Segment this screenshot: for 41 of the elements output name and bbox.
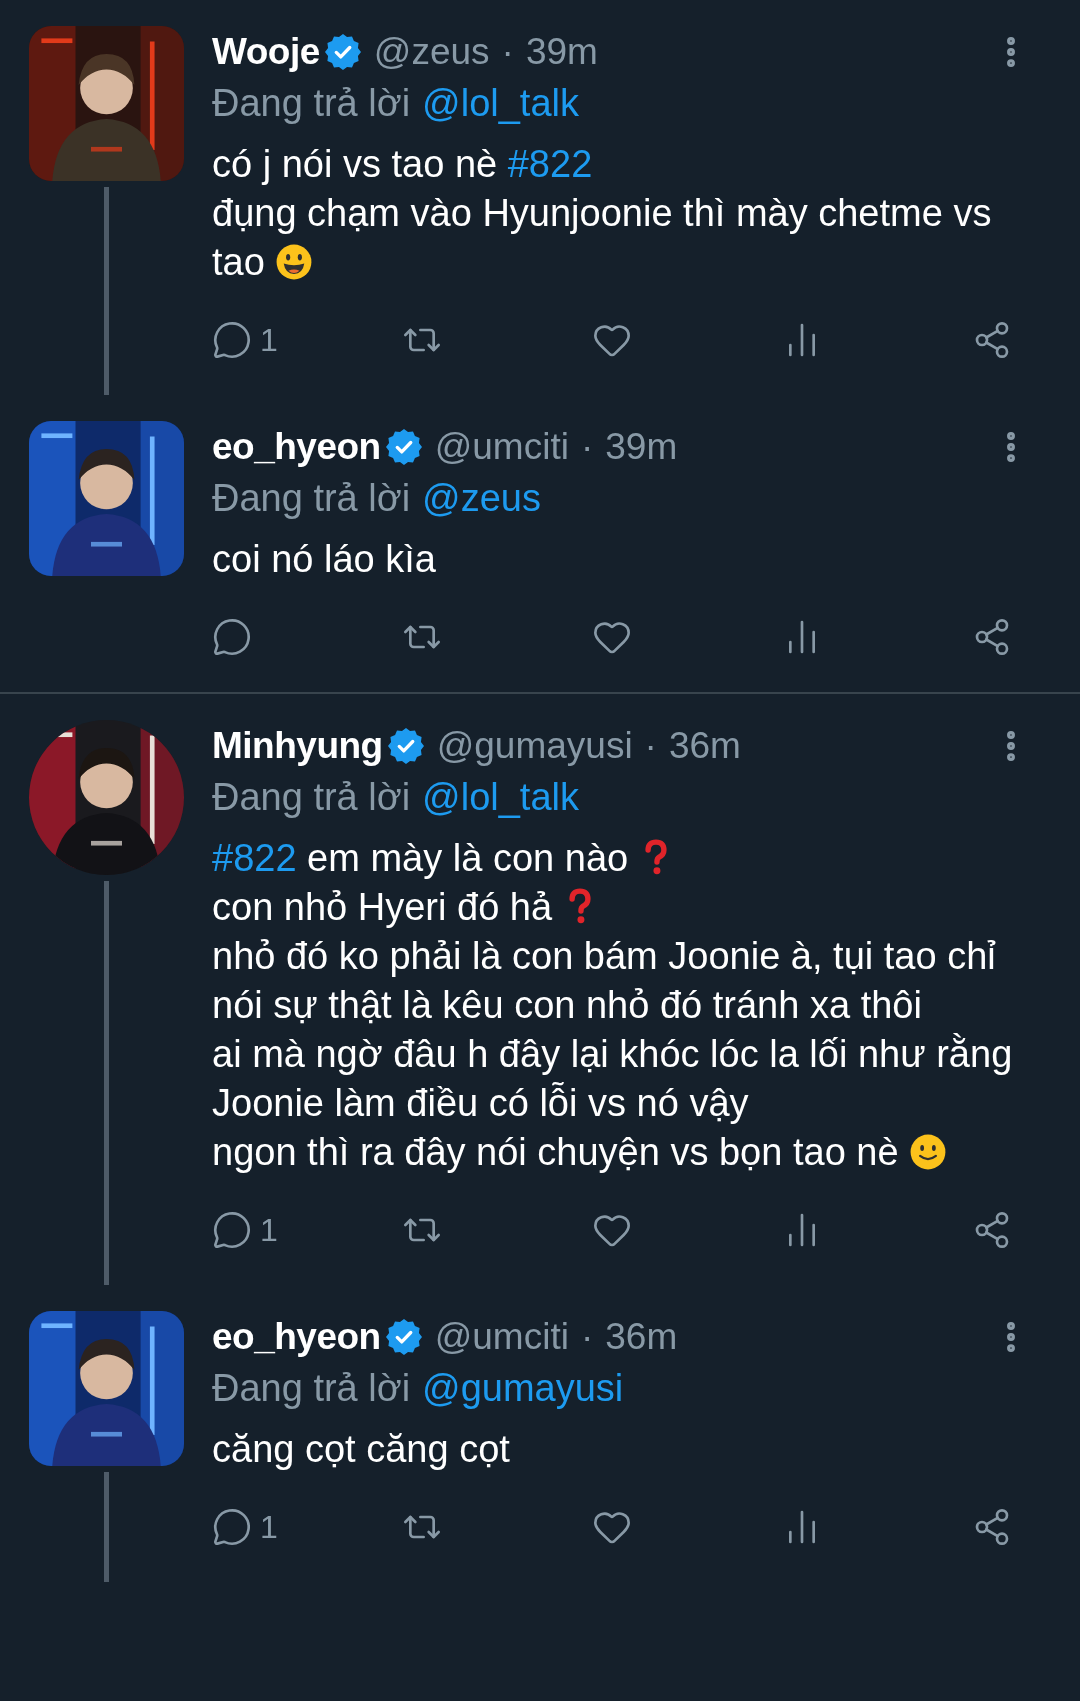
tweet-time: 36m: [668, 724, 741, 769]
tweet-text: con nhỏ Hyeri đó hả: [212, 883, 1030, 932]
mention-link[interactable]: @lol_talk: [422, 768, 579, 826]
dot-separator: ·: [580, 1315, 594, 1360]
tweet-time: 39m: [525, 30, 598, 75]
tweet-text: đụng chạm vào Hyunjoonie thì mày chetme vs tao: [212, 191, 993, 285]
user-handle: @zeus: [373, 30, 490, 75]
replying-to-label: Đang trả lời: [212, 80, 411, 126]
reply-button[interactable]: 1: [212, 1206, 278, 1254]
tweet-text: căng cọt căng cọt: [212, 1427, 511, 1472]
display-name[interactable]: eo_hyeon: [212, 1309, 381, 1365]
grinning-face-emoji-icon: [275, 243, 314, 281]
mention-link[interactable]: @zeus: [422, 469, 541, 527]
dot-separator: ·: [501, 30, 514, 75]
mention-link[interactable]: @lol_talk: [422, 74, 579, 132]
hashtag-link[interactable]: #822: [212, 837, 297, 879]
reply-button[interactable]: 1: [212, 316, 278, 364]
hashtag-link[interactable]: #822: [507, 143, 593, 185]
user-handle: @gumayusi: [436, 724, 633, 769]
user-handle: @umciti: [434, 425, 569, 470]
user-handle: @umciti: [434, 1315, 569, 1360]
dot-separator: ·: [580, 425, 594, 470]
question-mark-emoji-icon: [566, 888, 593, 926]
tweet-text: coi nó láo kìa: [212, 537, 437, 582]
display-name[interactable]: Wooje: [212, 24, 320, 80]
tweet-text: có j nói vs tao nè #822: [212, 142, 594, 187]
reply-button[interactable]: 1: [212, 1503, 278, 1551]
reply-button[interactable]: [212, 617, 252, 657]
tweet-time: 36m: [605, 1315, 678, 1360]
tweet-time: 39m: [605, 425, 678, 470]
dot-separator: ·: [644, 724, 657, 769]
display-name[interactable]: eo_hyeon: [212, 419, 381, 475]
mention-link[interactable]: @gumayusi: [422, 1359, 624, 1417]
tweet-text: ngon thì ra đây nói chuyện vs bọn tao nè: [212, 1128, 1030, 1177]
replying-to-label: Đang trả lời: [212, 475, 411, 521]
replying-to-label: Đang trả lời: [212, 774, 411, 820]
replying-to-label: Đang trả lời: [212, 1365, 411, 1411]
tweet-text: #822 em mày là con nào: [212, 834, 1030, 883]
smiling-face-emoji-icon: [909, 1133, 948, 1171]
question-mark-emoji-icon: [642, 839, 669, 877]
display-name[interactable]: Minhyung: [212, 718, 383, 774]
